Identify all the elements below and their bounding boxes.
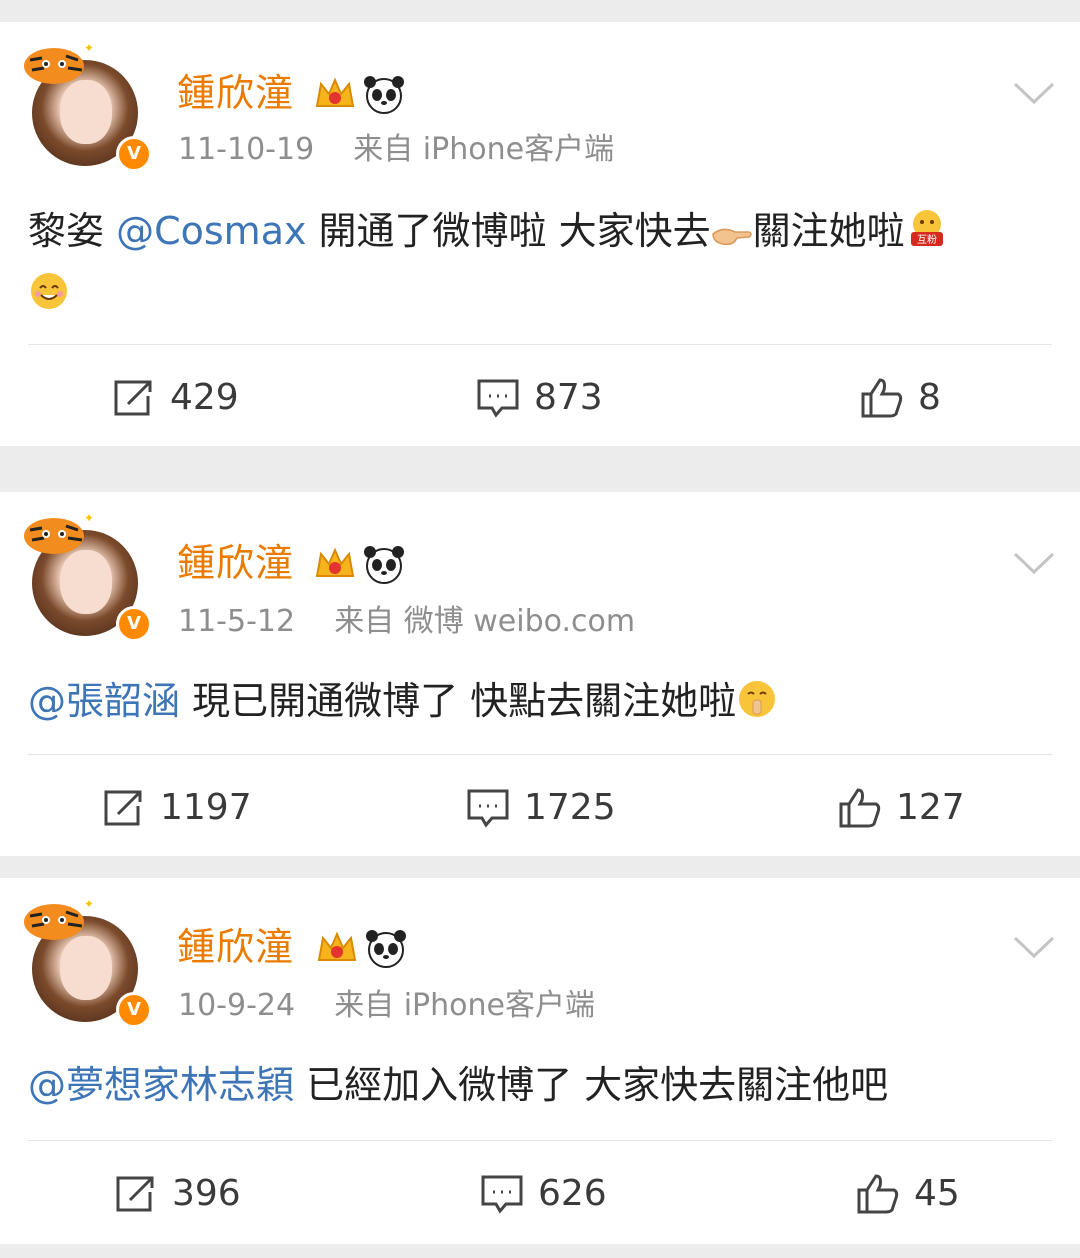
shush-emoji-icon — [739, 681, 776, 717]
comment-icon — [477, 379, 519, 418]
comment-count: 626 — [538, 1173, 607, 1214]
comment-button[interactable]: 873 — [476, 376, 603, 420]
author-name[interactable]: 鍾欣潼 — [177, 70, 294, 116]
smile-emoji-icon — [31, 273, 67, 309]
comment-icon — [467, 789, 509, 828]
comment-button[interactable]: 626 — [480, 1172, 607, 1216]
post-text-body: 現已開通微博了 快點去關注她啦 — [180, 679, 737, 723]
post-meta: 11-5-12 来自 微博 weibo.com — [178, 604, 635, 640]
post-text-suffix: 關注她啦 — [752, 209, 905, 253]
mention-link[interactable]: @Cosmax — [116, 209, 306, 253]
panda-icon — [364, 546, 404, 584]
crown-icon — [315, 547, 355, 577]
mention-link[interactable]: @夢想家林志穎 — [28, 1063, 294, 1107]
mention-link[interactable]: @張韶涵 — [28, 679, 180, 723]
like-count: 127 — [896, 787, 965, 828]
panda-icon — [364, 76, 404, 114]
weibo-post: ✦ V 鍾欣潼 10-9-24 来自 iPhone客户端 @夢想家林志穎 已經加… — [0, 878, 1080, 1244]
crown-icon — [317, 931, 357, 961]
post-text: 黎姿 @Cosmax 開通了微博啦 大家快去 關注她啦 互粉 — [28, 200, 1048, 324]
like-count: 45 — [914, 1173, 960, 1214]
post-text: @夢想家林志穎 已經加入微博了 大家快去關注他吧 — [28, 1054, 1048, 1116]
repost-button[interactable]: 396 — [114, 1172, 241, 1216]
mutual-fans-emoji-icon: 互粉 — [910, 210, 943, 246]
repost-count: 429 — [170, 377, 239, 418]
divider — [28, 1140, 1052, 1141]
chevron-down-icon[interactable] — [1012, 550, 1056, 576]
repost-count: 1197 — [160, 787, 252, 828]
author-name[interactable]: 鍾欣潼 — [177, 924, 294, 970]
svg-text:互粉: 互粉 — [917, 233, 937, 246]
verified-badge: V — [116, 606, 152, 642]
weibo-post: ✦ V 鍾欣潼 11-5-12 来自 微博 weibo.com @張韶涵 現已開… — [0, 492, 1080, 856]
comment-button[interactable]: 1725 — [466, 786, 616, 830]
avatar[interactable]: ✦ V — [22, 896, 152, 1028]
repost-count: 396 — [172, 1173, 241, 1214]
tiger-decoration-icon: ✦ — [24, 511, 92, 554]
post-text-body: 已經加入微博了 大家快去關注他吧 — [294, 1063, 889, 1107]
repost-icon — [104, 790, 142, 826]
tiger-decoration-icon: ✦ — [24, 41, 92, 84]
avatar[interactable]: ✦ V — [22, 510, 152, 642]
svg-text:✦: ✦ — [84, 41, 92, 55]
panda-icon — [366, 930, 406, 968]
comment-icon — [481, 1175, 523, 1214]
pointing-hand-emoji-icon — [711, 228, 752, 246]
tiger-decoration-icon: ✦ — [24, 897, 92, 940]
like-button[interactable]: 127 — [838, 786, 965, 830]
post-text: @張韶涵 現已開通微博了 快點去關注她啦 — [28, 670, 1048, 732]
post-meta: 10-9-24 来自 iPhone客户端 — [178, 988, 595, 1024]
repost-button[interactable]: 429 — [112, 376, 239, 420]
post-source: 来自 iPhone客户端 — [353, 132, 615, 167]
post-text-middle: 開通了微博啦 大家快去 — [306, 209, 711, 253]
thumbs-up-icon — [857, 1174, 899, 1214]
comment-count: 873 — [534, 377, 603, 418]
post-date: 11-10-19 — [178, 132, 315, 167]
post-text-prefix: 黎姿 — [28, 209, 117, 253]
post-date: 10-9-24 — [178, 988, 296, 1023]
chevron-down-icon[interactable] — [1012, 934, 1056, 960]
repost-icon — [114, 380, 152, 416]
like-count: 8 — [918, 377, 941, 418]
svg-text:✦: ✦ — [84, 511, 92, 525]
repost-button[interactable]: 1197 — [102, 786, 252, 830]
verified-badge: V — [116, 136, 152, 172]
post-date: 11-5-12 — [178, 604, 296, 639]
avatar[interactable]: ✦ V — [22, 40, 152, 172]
post-source: 来自 微博 weibo.com — [334, 604, 636, 639]
divider — [28, 754, 1052, 755]
divider — [28, 344, 1052, 345]
verified-badge: V — [116, 992, 152, 1028]
crown-icon — [315, 77, 355, 107]
comment-count: 1725 — [524, 787, 616, 828]
repost-icon — [116, 1176, 154, 1212]
author-name[interactable]: 鍾欣潼 — [177, 540, 294, 586]
like-button[interactable]: 45 — [856, 1172, 960, 1216]
weibo-post: ✦ V 鍾欣潼 11-10-19 来自 iPhone客户端 黎姿 @Cosmax… — [0, 22, 1080, 446]
svg-text:✦: ✦ — [84, 897, 92, 911]
chevron-down-icon[interactable] — [1012, 80, 1056, 106]
post-source: 来自 iPhone客户端 — [334, 988, 595, 1023]
thumbs-up-icon — [861, 378, 903, 418]
post-meta: 11-10-19 来自 iPhone客户端 — [178, 132, 614, 168]
thumbs-up-icon — [839, 788, 881, 828]
like-button[interactable]: 8 — [860, 376, 941, 420]
